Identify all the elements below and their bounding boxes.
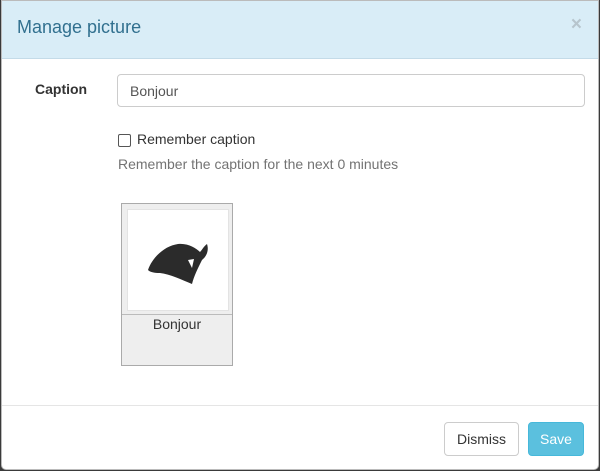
dismiss-button[interactable]: Dismiss — [444, 422, 519, 456]
remember-help-text: Remember the caption for the next 0 minu… — [118, 156, 399, 172]
dialog-header: Manage picture × — [2, 1, 598, 59]
caption-label: Caption — [35, 81, 88, 97]
remember-caption-label[interactable]: Remember caption — [137, 131, 255, 147]
picture-thumbnail[interactable]: Bonjour — [121, 203, 233, 366]
remember-caption-checkbox[interactable] — [118, 134, 131, 147]
dialog-footer: Dismiss Save — [2, 405, 598, 469]
picture-image — [127, 209, 229, 311]
close-icon[interactable]: × — [571, 15, 582, 34]
caption-input[interactable] — [117, 74, 585, 107]
thumbnail-divider — [122, 314, 232, 315]
manage-picture-dialog: Manage picture × Caption Remember captio… — [1, 0, 599, 470]
dialog-title: Manage picture — [17, 17, 142, 37]
save-button[interactable]: Save — [528, 422, 584, 456]
bird-head-icon — [148, 243, 208, 284]
thumbnail-caption: Bonjour — [152, 316, 202, 332]
